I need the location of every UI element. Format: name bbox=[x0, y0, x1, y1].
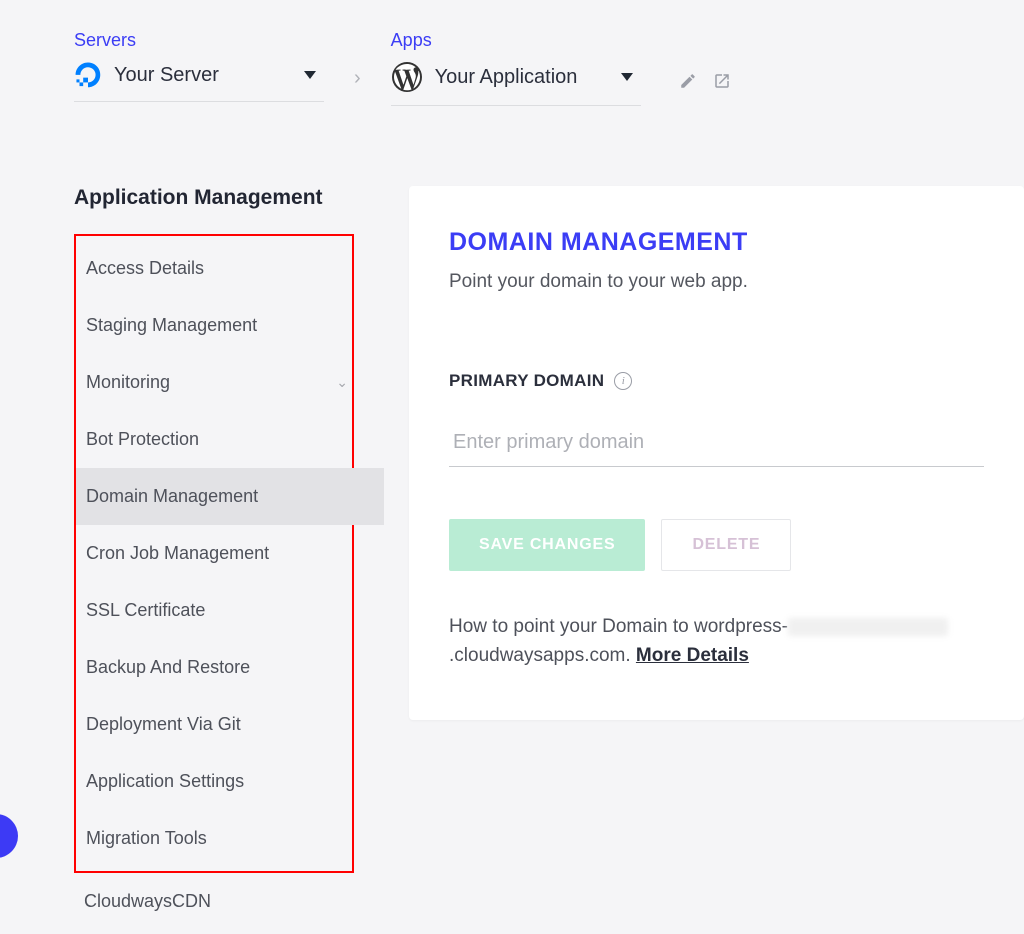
sidebar-item-cron-job-management[interactable]: Cron Job Management bbox=[76, 525, 352, 582]
sidebar-item-migration-tools[interactable]: Migration Tools bbox=[76, 810, 352, 867]
primary-domain-field: PRIMARY DOMAIN i bbox=[449, 371, 984, 467]
server-selector[interactable]: Your Server bbox=[74, 61, 324, 102]
primary-domain-input[interactable] bbox=[449, 425, 984, 467]
sidebar-item-label: Deployment Via Git bbox=[86, 714, 241, 735]
sidebar-item-deployment-via-git[interactable]: Deployment Via Git bbox=[76, 696, 352, 753]
breadcrumb-actions bbox=[679, 72, 731, 106]
sidebar: Application Management Access Details Sta… bbox=[74, 186, 354, 930]
breadcrumb-apps: Apps Your Application bbox=[391, 30, 641, 106]
sidebar-item-cloudwayscdn[interactable]: CloudwaysCDN bbox=[74, 873, 354, 930]
chevron-right-icon: › bbox=[354, 67, 361, 106]
sidebar-item-label: SSL Certificate bbox=[86, 600, 205, 621]
breadcrumb-servers: Servers Your Server bbox=[74, 30, 324, 102]
info-icon[interactable]: i bbox=[614, 372, 632, 390]
primary-domain-label: PRIMARY DOMAIN bbox=[449, 371, 604, 391]
sidebar-item-label: Application Settings bbox=[86, 771, 244, 792]
sidebar-item-label: Bot Protection bbox=[86, 429, 199, 450]
sidebar-title: Application Management bbox=[74, 186, 354, 210]
chevron-down-icon: ⌄ bbox=[336, 374, 348, 391]
app-name: Your Application bbox=[435, 66, 578, 89]
sidebar-item-ssl-certificate[interactable]: SSL Certificate bbox=[76, 582, 352, 639]
server-name: Your Server bbox=[114, 64, 219, 87]
more-details-link[interactable]: More Details bbox=[636, 645, 749, 666]
button-row: SAVE CHANGES DELETE bbox=[449, 519, 984, 571]
delete-button[interactable]: DELETE bbox=[661, 519, 791, 571]
chevron-down-icon bbox=[304, 71, 316, 79]
page-subtitle: Point your domain to your web app. bbox=[449, 271, 984, 293]
help-prefix: How to point your Domain to wordpress- bbox=[449, 616, 788, 637]
digitalocean-icon bbox=[74, 61, 102, 89]
content-card: DOMAIN MANAGEMENT Point your domain to y… bbox=[409, 186, 1024, 720]
app-selector[interactable]: Your Application bbox=[391, 61, 641, 106]
chevron-down-icon bbox=[621, 73, 633, 81]
breadcrumb: Servers Your Server › Apps Your Applicat… bbox=[0, 0, 1024, 106]
save-button[interactable]: SAVE CHANGES bbox=[449, 519, 645, 571]
pencil-icon[interactable] bbox=[679, 72, 697, 90]
sidebar-item-label: Monitoring bbox=[86, 372, 170, 393]
redacted-text bbox=[788, 618, 948, 636]
sidebar-item-label: Cron Job Management bbox=[86, 543, 269, 564]
sidebar-item-bot-protection[interactable]: Bot Protection bbox=[76, 411, 352, 468]
help-text: How to point your Domain to wordpress- .c… bbox=[449, 613, 984, 670]
sidebar-item-label: CloudwaysCDN bbox=[84, 891, 211, 912]
apps-label[interactable]: Apps bbox=[391, 30, 641, 51]
sidebar-item-label: Staging Management bbox=[86, 315, 257, 336]
sidebar-item-label: Domain Management bbox=[86, 486, 258, 507]
sidebar-item-application-settings[interactable]: Application Settings bbox=[76, 753, 352, 810]
sidebar-item-domain-management[interactable]: Domain Management bbox=[76, 468, 384, 525]
sidebar-item-monitoring[interactable]: Monitoring ⌄ bbox=[76, 354, 352, 411]
sidebar-item-backup-and-restore[interactable]: Backup And Restore bbox=[76, 639, 352, 696]
external-link-icon[interactable] bbox=[713, 72, 731, 90]
sidebar-item-label: Access Details bbox=[86, 258, 204, 279]
sidebar-item-access-details[interactable]: Access Details bbox=[76, 240, 352, 297]
page-title: DOMAIN MANAGEMENT bbox=[449, 228, 984, 257]
sidebar-item-label: Migration Tools bbox=[86, 828, 207, 849]
help-suffix: .cloudwaysapps.com. bbox=[449, 645, 636, 666]
sidebar-item-staging-management[interactable]: Staging Management bbox=[76, 297, 352, 354]
sidebar-item-label: Backup And Restore bbox=[86, 657, 250, 678]
wordpress-icon bbox=[391, 61, 423, 93]
servers-label[interactable]: Servers bbox=[74, 30, 324, 51]
